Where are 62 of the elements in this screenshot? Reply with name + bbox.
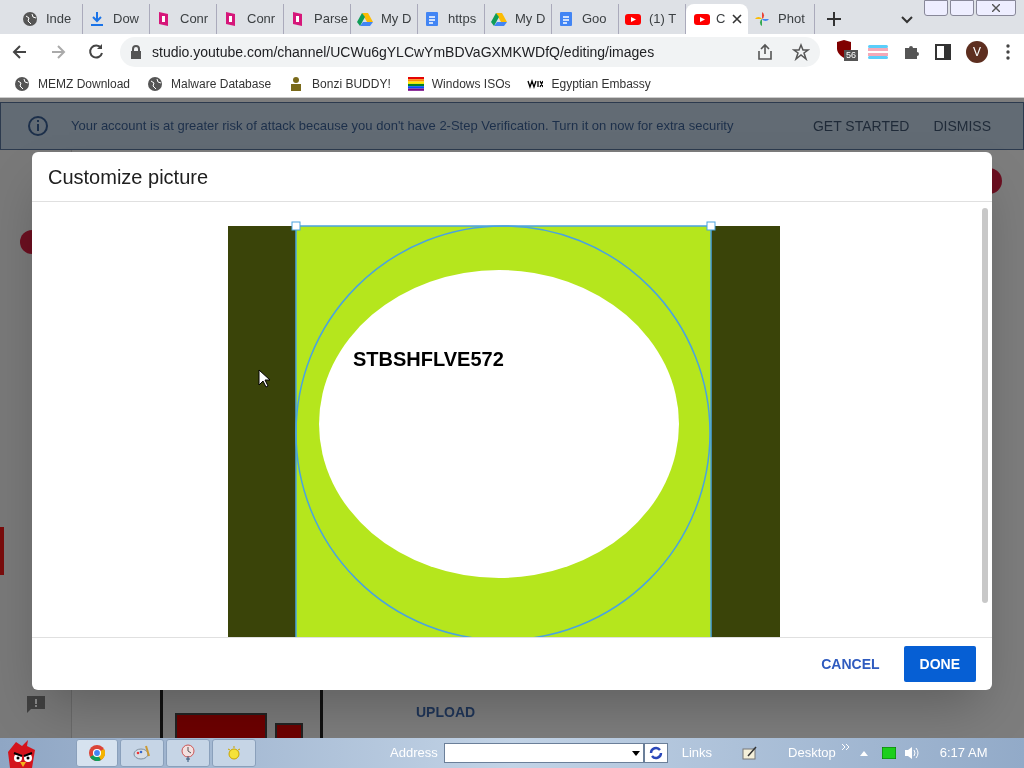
reload-icon[interactable] <box>86 42 106 62</box>
bookmark-link[interactable]: Malware Database <box>147 74 272 93</box>
download-icon <box>89 11 105 27</box>
sidebar-highlight <box>0 527 4 575</box>
feedback-icon <box>26 695 46 715</box>
extension-badge: 56 <box>844 50 858 61</box>
go-button[interactable] <box>643 743 668 763</box>
new-tab-icon[interactable] <box>827 12 841 26</box>
restore-button[interactable] <box>950 0 974 16</box>
address-label: Address <box>390 744 438 763</box>
globe-icon <box>22 11 38 27</box>
notepad-icon[interactable] <box>742 746 759 760</box>
document-icon <box>558 11 574 27</box>
done-button[interactable]: DONE <box>903 646 976 682</box>
minimize-button[interactable] <box>924 0 948 16</box>
globe-icon <box>14 75 30 92</box>
play-icon <box>625 11 641 27</box>
clock-time: 6:17 AM <box>939 744 988 763</box>
dialog-title: Customize picture <box>48 164 209 190</box>
chrome-icon <box>89 745 105 761</box>
bookmark-link[interactable]: MEMZ Download <box>14 74 131 93</box>
triangle-icon <box>357 11 373 27</box>
address-bar[interactable]: studio.youtube.com/channel/UCWu6gYLCwYmBDVaGXMKWDfQ/editing/images <box>120 37 820 67</box>
triangle-icon <box>491 11 507 27</box>
bookmark-link[interactable]: Egyptian Embassy <box>527 74 651 93</box>
taskbar-button[interactable] <box>76 739 118 767</box>
palette-icon <box>133 745 151 761</box>
picture-caption: STBSHFLVE572 <box>353 347 504 372</box>
puzzle-icon[interactable] <box>902 43 920 61</box>
clock-icon <box>180 744 196 762</box>
mouse-cursor-icon <box>258 369 270 388</box>
close-icon[interactable] <box>732 14 742 24</box>
side-panel-icon[interactable] <box>934 43 952 61</box>
dropdown-icon <box>631 750 640 756</box>
bookmark-link[interactable]: Windows ISOs <box>407 74 511 93</box>
rainbow-flag-icon <box>407 75 424 92</box>
lock-icon <box>130 45 142 59</box>
preview-bar <box>275 723 303 738</box>
share-icon[interactable] <box>756 43 774 61</box>
globe-icon <box>147 75 164 92</box>
close-button[interactable] <box>976 0 1016 16</box>
info-icon <box>27 115 49 137</box>
bookmark-link[interactable]: Bonzi BUDDY! <box>288 74 391 93</box>
banner-message: Your account is at greater risk of attack because you don't have 2-Step Verification. Turn it on now for extra security <box>71 117 735 136</box>
browser-tab[interactable]: C <box>686 4 748 34</box>
close-icon <box>992 4 1000 12</box>
cancel-button[interactable]: CANCEL <box>813 646 888 682</box>
links-label: Links <box>681 744 713 763</box>
extension-button[interactable]: 56 <box>836 40 860 64</box>
star-icon[interactable] <box>792 43 810 61</box>
refresh-icon <box>648 746 663 760</box>
profile-avatar[interactable]: V <box>966 41 988 63</box>
scrollbar-thumb[interactable] <box>982 208 988 603</box>
pinwheel-icon <box>754 11 770 27</box>
tab-search-icon[interactable] <box>901 16 913 24</box>
sun-icon <box>226 745 242 761</box>
play-icon <box>694 11 710 27</box>
url-text: studio.youtube.com/channel/UCWu6gYLCwYmBDVaGXMKWDfQ/editing/images <box>152 42 656 62</box>
address-field[interactable] <box>443 743 644 763</box>
document-icon <box>424 11 440 27</box>
desktop-label: Desktop <box>788 744 836 763</box>
taskbar-button[interactable] <box>166 739 210 767</box>
